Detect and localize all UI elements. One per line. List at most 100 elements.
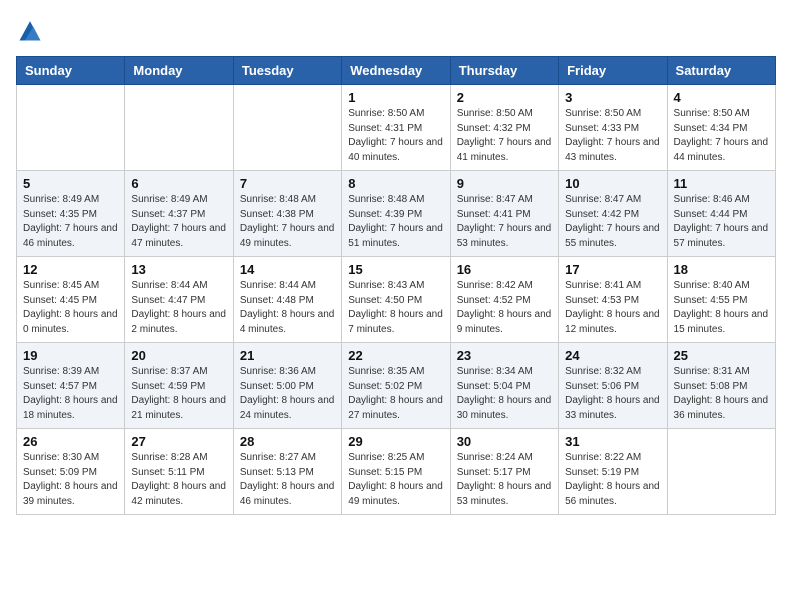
day-info: Sunrise: 8:40 AM Sunset: 4:55 PM Dayligh… [674,279,769,337]
day-number: 13 [131,262,226,277]
day-info: Sunrise: 8:47 AM Sunset: 4:41 PM Dayligh… [457,193,552,251]
calendar-cell: 11 Sunrise: 8:46 AM Sunset: 4:44 PM Dayli… [667,171,775,257]
calendar-cell: 10 Sunrise: 8:47 AM Sunset: 4:42 PM Dayli… [559,171,667,257]
day-info: Sunrise: 8:24 AM Sunset: 5:17 PM Dayligh… [457,451,552,509]
day-number: 20 [131,348,226,363]
calendar-cell: 22 Sunrise: 8:35 AM Sunset: 5:02 PM Dayli… [342,343,450,429]
calendar-cell: 14 Sunrise: 8:44 AM Sunset: 4:48 PM Dayli… [233,257,341,343]
day-info: Sunrise: 8:44 AM Sunset: 4:48 PM Dayligh… [240,279,335,337]
calendar-cell: 24 Sunrise: 8:32 AM Sunset: 5:06 PM Dayli… [559,343,667,429]
day-info: Sunrise: 8:36 AM Sunset: 5:00 PM Dayligh… [240,365,335,423]
calendar-cell [125,85,233,171]
calendar-cell: 17Sunrise: 8:41 AM Sunset: 4:53 PM Dayli… [559,257,667,343]
calendar-cell: 2Sunrise: 8:50 AM Sunset: 4:32 PM Daylig… [450,85,558,171]
day-info: Sunrise: 8:49 AM Sunset: 4:37 PM Dayligh… [131,193,226,251]
calendar-cell: 30Sunrise: 8:24 AM Sunset: 5:17 PM Dayli… [450,429,558,515]
weekday-header-wednesday: Wednesday [342,57,450,85]
day-info: Sunrise: 8:31 AM Sunset: 5:08 PM Dayligh… [674,365,769,423]
day-info: Sunrise: 8:44 AM Sunset: 4:47 PM Dayligh… [131,279,226,337]
day-number: 7 [240,176,335,191]
day-info: Sunrise: 8:41 AM Sunset: 4:53 PM Dayligh… [565,279,660,337]
calendar-cell: 19 Sunrise: 8:39 AM Sunset: 4:57 PM Dayli… [17,343,125,429]
day-info: Sunrise: 8:32 AM Sunset: 5:06 PM Dayligh… [565,365,660,423]
day-number: 29 [348,434,443,449]
day-number: 27 [131,434,226,449]
calendar-cell: 29 Sunrise: 8:25 AM Sunset: 5:15 PM Dayli… [342,429,450,515]
day-number: 25 [674,348,769,363]
logo [16,16,48,44]
calendar-cell: 16 Sunrise: 8:42 AM Sunset: 4:52 PM Dayli… [450,257,558,343]
day-number: 18 [674,262,769,277]
day-info: Sunrise: 8:47 AM Sunset: 4:42 PM Dayligh… [565,193,660,251]
day-info: Sunrise: 8:46 AM Sunset: 4:44 PM Dayligh… [674,193,769,251]
day-number: 6 [131,176,226,191]
day-number: 9 [457,176,552,191]
day-info: Sunrise: 8:43 AM Sunset: 4:50 PM Dayligh… [348,279,443,337]
day-number: 1 [348,90,443,105]
weekday-header-sunday: Sunday [17,57,125,85]
day-info: Sunrise: 8:45 AM Sunset: 4:45 PM Dayligh… [23,279,118,337]
logo-icon [16,16,44,44]
day-number: 16 [457,262,552,277]
day-number: 8 [348,176,443,191]
day-number: 12 [23,262,118,277]
day-info: Sunrise: 8:42 AM Sunset: 4:52 PM Dayligh… [457,279,552,337]
day-info: Sunrise: 8:49 AM Sunset: 4:35 PM Dayligh… [23,193,118,251]
day-number: 24 [565,348,660,363]
calendar-cell: 13 Sunrise: 8:44 AM Sunset: 4:47 PM Dayli… [125,257,233,343]
calendar-cell: 7Sunrise: 8:48 AM Sunset: 4:38 PM Daylig… [233,171,341,257]
calendar-week-5: 26Sunrise: 8:30 AM Sunset: 5:09 PM Dayli… [17,429,776,515]
day-info: Sunrise: 8:27 AM Sunset: 5:13 PM Dayligh… [240,451,335,509]
day-info: Sunrise: 8:48 AM Sunset: 4:39 PM Dayligh… [348,193,443,251]
calendar-cell: 23 Sunrise: 8:34 AM Sunset: 5:04 PM Dayli… [450,343,558,429]
calendar-week-4: 19 Sunrise: 8:39 AM Sunset: 4:57 PM Dayli… [17,343,776,429]
day-info: Sunrise: 8:50 AM Sunset: 4:34 PM Dayligh… [674,107,769,165]
weekday-header-friday: Friday [559,57,667,85]
calendar-cell: 15 Sunrise: 8:43 AM Sunset: 4:50 PM Dayli… [342,257,450,343]
calendar-cell [233,85,341,171]
day-info: Sunrise: 8:37 AM Sunset: 4:59 PM Dayligh… [131,365,226,423]
calendar-cell: 20 Sunrise: 8:37 AM Sunset: 4:59 PM Dayli… [125,343,233,429]
day-info: Sunrise: 8:30 AM Sunset: 5:09 PM Dayligh… [23,451,118,509]
day-info: Sunrise: 8:25 AM Sunset: 5:15 PM Dayligh… [348,451,443,509]
day-number: 15 [348,262,443,277]
calendar-cell: 5 Sunrise: 8:49 AM Sunset: 4:35 PM Daylig… [17,171,125,257]
day-info: Sunrise: 8:39 AM Sunset: 4:57 PM Dayligh… [23,365,118,423]
calendar-cell [17,85,125,171]
day-number: 23 [457,348,552,363]
day-number: 11 [674,176,769,191]
day-info: Sunrise: 8:50 AM Sunset: 4:33 PM Dayligh… [565,107,660,165]
day-number: 5 [23,176,118,191]
day-number: 22 [348,348,443,363]
day-number: 14 [240,262,335,277]
day-number: 28 [240,434,335,449]
calendar-cell: 4 Sunrise: 8:50 AM Sunset: 4:34 PM Daylig… [667,85,775,171]
calendar-cell: 8 Sunrise: 8:48 AM Sunset: 4:39 PM Daylig… [342,171,450,257]
day-info: Sunrise: 8:35 AM Sunset: 5:02 PM Dayligh… [348,365,443,423]
calendar-cell: 27Sunrise: 8:28 AM Sunset: 5:11 PM Dayli… [125,429,233,515]
calendar-cell: 21 Sunrise: 8:36 AM Sunset: 5:00 PM Dayli… [233,343,341,429]
calendar-week-3: 12 Sunrise: 8:45 AM Sunset: 4:45 PM Dayli… [17,257,776,343]
weekday-header-thursday: Thursday [450,57,558,85]
calendar-cell: 12 Sunrise: 8:45 AM Sunset: 4:45 PM Dayli… [17,257,125,343]
calendar-cell: 28 Sunrise: 8:27 AM Sunset: 5:13 PM Dayli… [233,429,341,515]
day-number: 4 [674,90,769,105]
weekday-header-monday: Monday [125,57,233,85]
day-number: 21 [240,348,335,363]
calendar-week-1: 1 Sunrise: 8:50 AM Sunset: 4:31 PM Daylig… [17,85,776,171]
day-number: 19 [23,348,118,363]
day-info: Sunrise: 8:34 AM Sunset: 5:04 PM Dayligh… [457,365,552,423]
calendar-cell: 26Sunrise: 8:30 AM Sunset: 5:09 PM Dayli… [17,429,125,515]
calendar-cell: 25 Sunrise: 8:31 AM Sunset: 5:08 PM Dayli… [667,343,775,429]
day-info: Sunrise: 8:50 AM Sunset: 4:31 PM Dayligh… [348,107,443,165]
day-number: 10 [565,176,660,191]
calendar-cell: 18 Sunrise: 8:40 AM Sunset: 4:55 PM Dayli… [667,257,775,343]
calendar-cell: 3 Sunrise: 8:50 AM Sunset: 4:33 PM Daylig… [559,85,667,171]
day-number: 31 [565,434,660,449]
calendar-header-row: SundayMondayTuesdayWednesdayThursdayFrid… [17,57,776,85]
day-number: 3 [565,90,660,105]
calendar-cell: 31Sunrise: 8:22 AM Sunset: 5:19 PM Dayli… [559,429,667,515]
day-info: Sunrise: 8:50 AM Sunset: 4:32 PM Dayligh… [457,107,552,165]
calendar-cell [667,429,775,515]
weekday-header-tuesday: Tuesday [233,57,341,85]
